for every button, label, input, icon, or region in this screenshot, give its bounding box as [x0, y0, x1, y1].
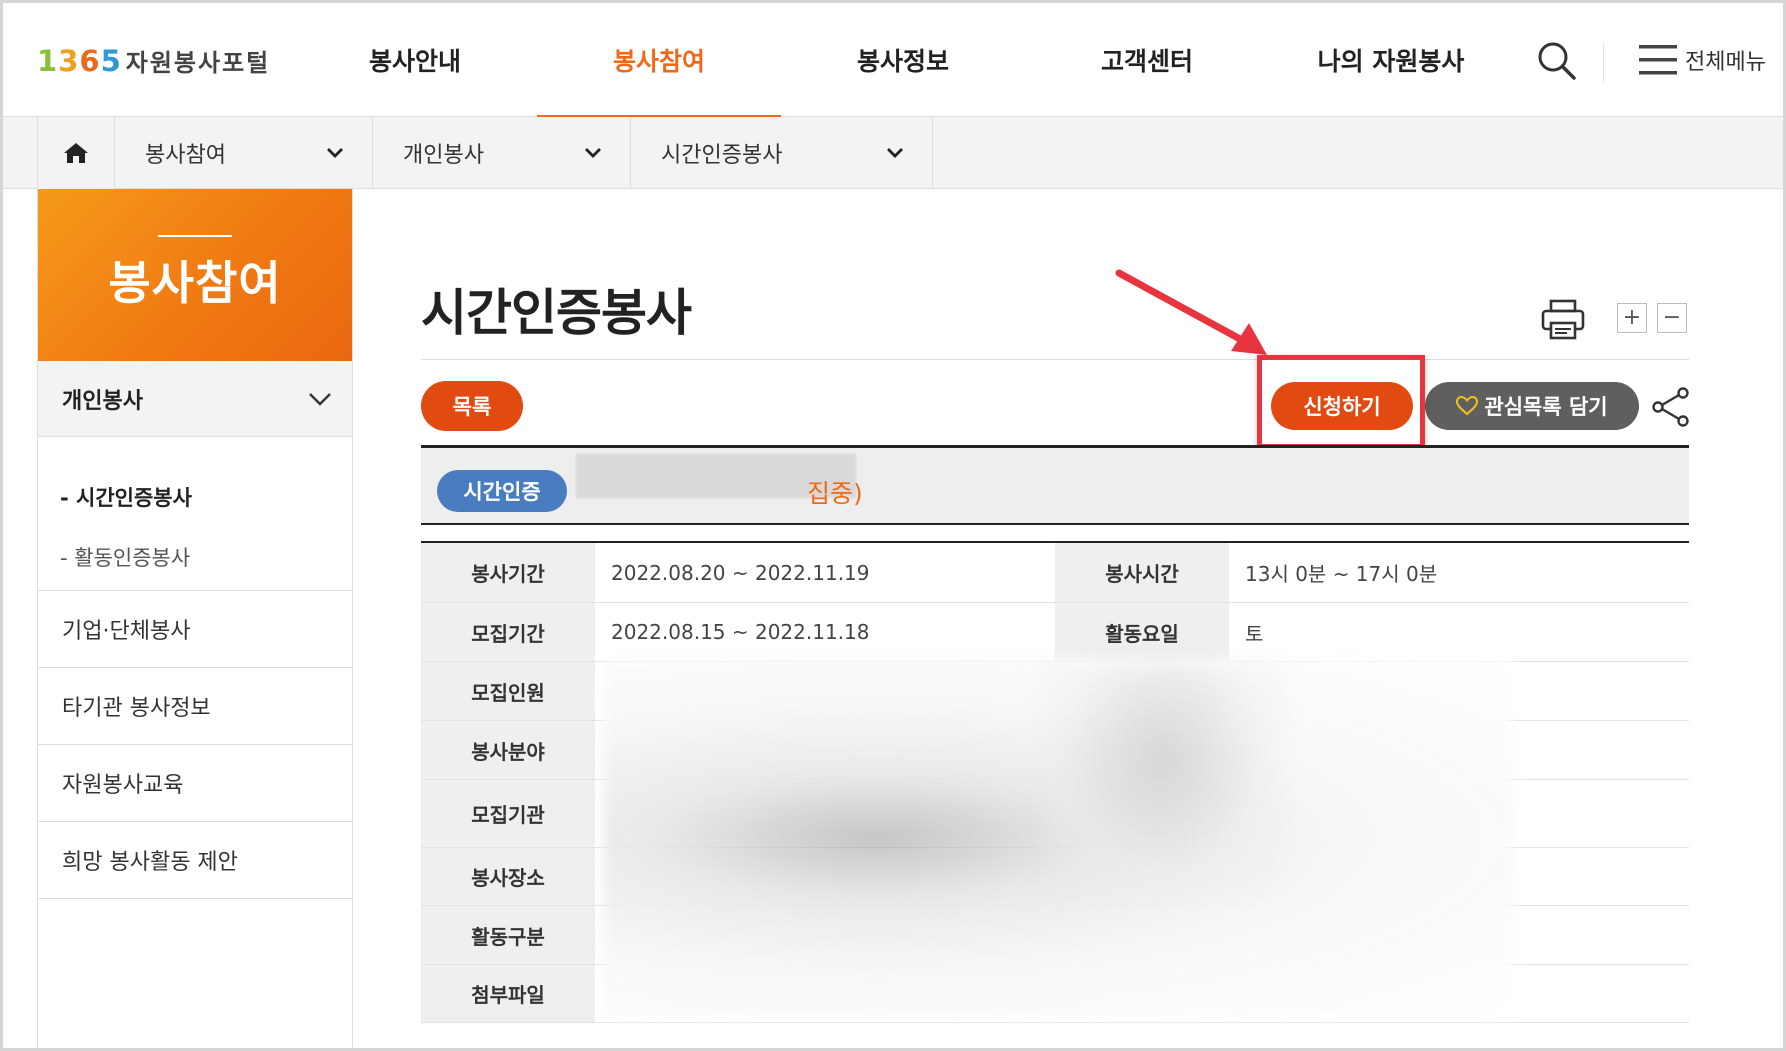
sidebar-title: 봉사참여: [108, 256, 282, 310]
home-icon: [64, 143, 88, 163]
zoom-in-button[interactable]: +: [1617, 303, 1647, 333]
page-frame: 1365 자원봉사포털 봉사안내 봉사참여 봉사정보 고객센터 나의 자원봉사 …: [0, 0, 1786, 1051]
sidebar-subitem-time-cert[interactable]: - 시간인증봉사: [38, 467, 352, 527]
sidebar-header-bar: [158, 235, 232, 237]
all-menu-label: 전체메뉴: [1685, 50, 1766, 75]
chevron-down-icon: [585, 148, 601, 158]
chevron-down-icon: [887, 148, 903, 158]
nav-item-my-volunteer[interactable]: 나의 자원봉사: [1269, 3, 1513, 117]
sidebar-subitem-activity-cert[interactable]: - 활동인증봉사: [38, 527, 352, 587]
table-row: 모집기간 2022.08.15 ~ 2022.11.18 활동요일 토: [421, 603, 1689, 662]
main-nav: 봉사안내 봉사참여 봉사정보 고객센터 나의 자원봉사: [293, 3, 1513, 118]
title-divider: [421, 359, 1689, 360]
location-label-2: 개인봉사: [403, 143, 484, 168]
header-divider: [1603, 43, 1604, 83]
sidebar-item-proposal[interactable]: 희망 봉사활동 제안: [38, 822, 352, 899]
redacted-content: [1043, 663, 1283, 893]
table-header-cell: 활동구분: [421, 906, 595, 964]
sidebar-item-label: 개인봉사: [62, 388, 143, 414]
home-button[interactable]: [37, 117, 115, 189]
add-favorite-button[interactable]: 관심목록 담기: [1425, 382, 1639, 430]
location-dropdown-3[interactable]: 시간인증봉사: [631, 117, 933, 189]
sidebar-item-other-agency[interactable]: 타기관 봉사정보: [38, 668, 352, 745]
sidebar: 봉사참여 개인봉사 - 시간인증봉사 - 활동인증봉사 기업·단체봉사 타기관 …: [37, 189, 353, 1048]
table-header-cell: 모집기관: [421, 780, 595, 847]
location-dropdown-1[interactable]: 봉사참여: [115, 117, 373, 189]
recruit-status: 집중): [807, 479, 863, 508]
location-label-1: 봉사참여: [145, 143, 226, 168]
table-header-cell: 활동요일: [1055, 603, 1229, 661]
table-header-cell: 첨부파일: [421, 965, 595, 1022]
location-bar: 봉사참여 개인봉사 시간인증봉사: [3, 117, 1783, 189]
table-header-cell: 봉사시간: [1055, 543, 1229, 602]
logo-text: 자원봉사포털: [125, 49, 271, 77]
site-header: 1365 자원봉사포털 봉사안내 봉사참여 봉사정보 고객센터 나의 자원봉사 …: [3, 3, 1783, 118]
location-dropdown-2[interactable]: 개인봉사: [373, 117, 631, 189]
sidebar-submenu: - 시간인증봉사 - 활동인증봉사: [38, 437, 352, 591]
sidebar-header: 봉사참여: [38, 189, 352, 361]
list-button[interactable]: 목록: [421, 381, 523, 431]
print-icon[interactable]: [1541, 299, 1585, 341]
all-menu-button[interactable]: 전체메뉴: [1639, 43, 1766, 77]
zoom-out-button[interactable]: −: [1657, 303, 1687, 333]
table-header-cell: 모집기간: [421, 603, 595, 661]
site-logo[interactable]: 1365 자원봉사포털: [37, 43, 270, 78]
nav-item-guide[interactable]: 봉사안내: [293, 3, 537, 117]
sidebar-item-corporate[interactable]: 기업·단체봉사: [38, 591, 352, 668]
table-cell: 2022.08.15 ~ 2022.11.18: [611, 620, 870, 644]
logo-number: 1365: [37, 43, 122, 78]
volunteer-summary: 시간인증 집중): [421, 445, 1689, 525]
search-icon[interactable]: [1535, 39, 1579, 83]
table-cell: 토: [1245, 621, 1264, 646]
annotation-highlight-box: [1257, 355, 1425, 449]
heart-icon: [1456, 396, 1479, 416]
nav-item-info[interactable]: 봉사정보: [781, 3, 1025, 117]
annotation-arrow: [1115, 269, 1267, 355]
location-label-3: 시간인증봉사: [661, 143, 783, 168]
sidebar-item-personal[interactable]: 개인봉사: [38, 361, 352, 437]
page-title: 시간인증봉사: [421, 284, 692, 342]
table-row: 봉사기간 2022.08.20 ~ 2022.11.19 봉사시간 13시 0분…: [421, 543, 1689, 603]
hamburger-icon: [1639, 45, 1677, 75]
table-header-cell: 모집인원: [421, 662, 595, 720]
favorite-label: 관심목록 담기: [1484, 395, 1608, 419]
chevron-down-icon: [309, 392, 331, 406]
table-cell: 13시 0분 ~ 17시 0분: [1245, 562, 1438, 586]
table-header-cell: 봉사기간: [421, 543, 595, 602]
table-header-cell: 봉사장소: [421, 848, 595, 905]
sidebar-item-education[interactable]: 자원봉사교육: [38, 745, 352, 822]
cert-type-badge: 시간인증: [437, 470, 567, 512]
table-header-cell: 봉사분야: [421, 721, 595, 779]
chevron-down-icon: [327, 148, 343, 158]
nav-item-support[interactable]: 고객센터: [1025, 3, 1269, 117]
table-cell: 2022.08.20 ~ 2022.11.19: [611, 560, 870, 585]
share-icon[interactable]: [1651, 387, 1691, 427]
nav-item-participate[interactable]: 봉사참여: [537, 3, 781, 118]
